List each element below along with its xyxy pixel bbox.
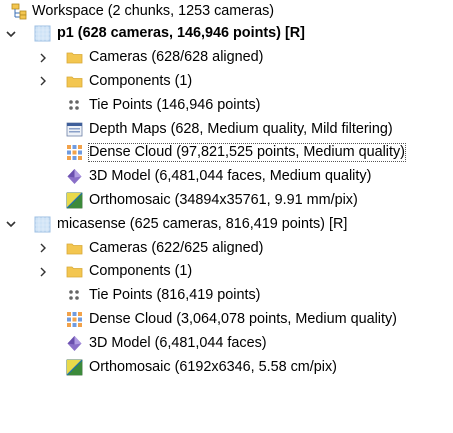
tree-item-dense-cloud[interactable]: Dense Cloud (3,064,078 points, Medium qu… [0, 308, 453, 332]
chunk-icon [34, 25, 51, 42]
workspace-icon [11, 3, 28, 20]
tree-item-label: Cameras (622/625 aligned) [89, 239, 264, 256]
orthomosaic-icon [66, 192, 83, 209]
tree-item-components[interactable]: Components (1) [0, 260, 453, 284]
chevron-right-icon[interactable] [36, 51, 50, 65]
3d-model-icon [66, 335, 83, 352]
tree-item-cameras[interactable]: Cameras (628/628 aligned) [0, 46, 453, 70]
tree-item-label: 3D Model (6,481,044 faces, Medium qualit… [89, 168, 372, 185]
tree-item-label: Depth Maps (628, Medium quality, Mild fi… [89, 120, 393, 137]
chunk-row-micasense[interactable]: micasense (625 cameras, 816,419 points) … [0, 212, 453, 236]
tree-item-components[interactable]: Components (1) [0, 70, 453, 94]
tree-item-label: Orthomosaic (34894x35761, 9.91 mm/pix) [89, 191, 358, 208]
folder-icon [66, 240, 83, 257]
depth-maps-icon [66, 121, 83, 138]
3d-model-icon [66, 168, 83, 185]
tree-item-label: Dense Cloud (97,821,525 points, Medium q… [88, 143, 406, 163]
tree-item-label: Tie Points (146,946 points) [89, 96, 261, 113]
chevron-right-icon[interactable] [36, 265, 50, 279]
tree-item-orthomosaic[interactable]: Orthomosaic (34894x35761, 9.91 mm/pix) [0, 189, 453, 213]
tree-item-orthomosaic[interactable]: Orthomosaic (6192x6346, 5.58 cm/pix) [0, 355, 453, 379]
tree-item-label: Components (1) [89, 263, 193, 280]
tree-item-label: Orthomosaic (6192x6346, 5.58 cm/pix) [89, 358, 337, 375]
chevron-right-icon[interactable] [36, 241, 50, 255]
chunk-icon [34, 216, 51, 233]
folder-icon [66, 49, 83, 66]
workspace-label: Workspace (2 chunks, 1253 cameras) [32, 2, 275, 19]
tree-item-label: Cameras (628/628 aligned) [89, 49, 264, 66]
workspace-root[interactable]: Workspace (2 chunks, 1253 cameras) [0, 0, 453, 22]
tree-item-3d-model[interactable]: 3D Model (6,481,044 faces, Medium qualit… [0, 165, 453, 189]
tree-item-label: Dense Cloud (3,064,078 points, Medium qu… [89, 310, 397, 327]
tree-item-depth-maps[interactable]: Depth Maps (628, Medium quality, Mild fi… [0, 117, 453, 141]
tree-item-dense-cloud[interactable]: Dense Cloud (97,821,525 points, Medium q… [0, 141, 453, 165]
tree-item-label: Components (1) [89, 72, 193, 89]
tree-item-label: Tie Points (816,419 points) [89, 287, 261, 304]
tree-item-label: 3D Model (6,481,044 faces) [89, 334, 267, 351]
tree-item-cameras[interactable]: Cameras (622/625 aligned) [0, 236, 453, 260]
chevron-right-icon[interactable] [36, 74, 50, 88]
chunk-label: p1 (628 cameras, 146,946 points) [R] [57, 25, 305, 42]
tree-item-3d-model[interactable]: 3D Model (6,481,044 faces) [0, 331, 453, 355]
workspace-tree: Workspace (2 chunks, 1253 cameras) p1 (6… [0, 0, 453, 379]
orthomosaic-icon [66, 359, 83, 376]
tie-points-icon [66, 287, 83, 304]
chunk-row-p1[interactable]: p1 (628 cameras, 146,946 points) [R] [0, 22, 453, 46]
folder-icon [66, 73, 83, 90]
tree-item-tie-points[interactable]: Tie Points (816,419 points) [0, 284, 453, 308]
dense-cloud-icon [66, 311, 83, 328]
tree-item-tie-points[interactable]: Tie Points (146,946 points) [0, 93, 453, 117]
dense-cloud-icon [66, 144, 83, 161]
chevron-down-icon[interactable] [4, 27, 18, 41]
chevron-down-icon[interactable] [4, 217, 18, 231]
chunk-label: micasense (625 cameras, 816,419 points) … [57, 215, 348, 232]
tie-points-icon [66, 97, 83, 114]
folder-icon [66, 263, 83, 280]
